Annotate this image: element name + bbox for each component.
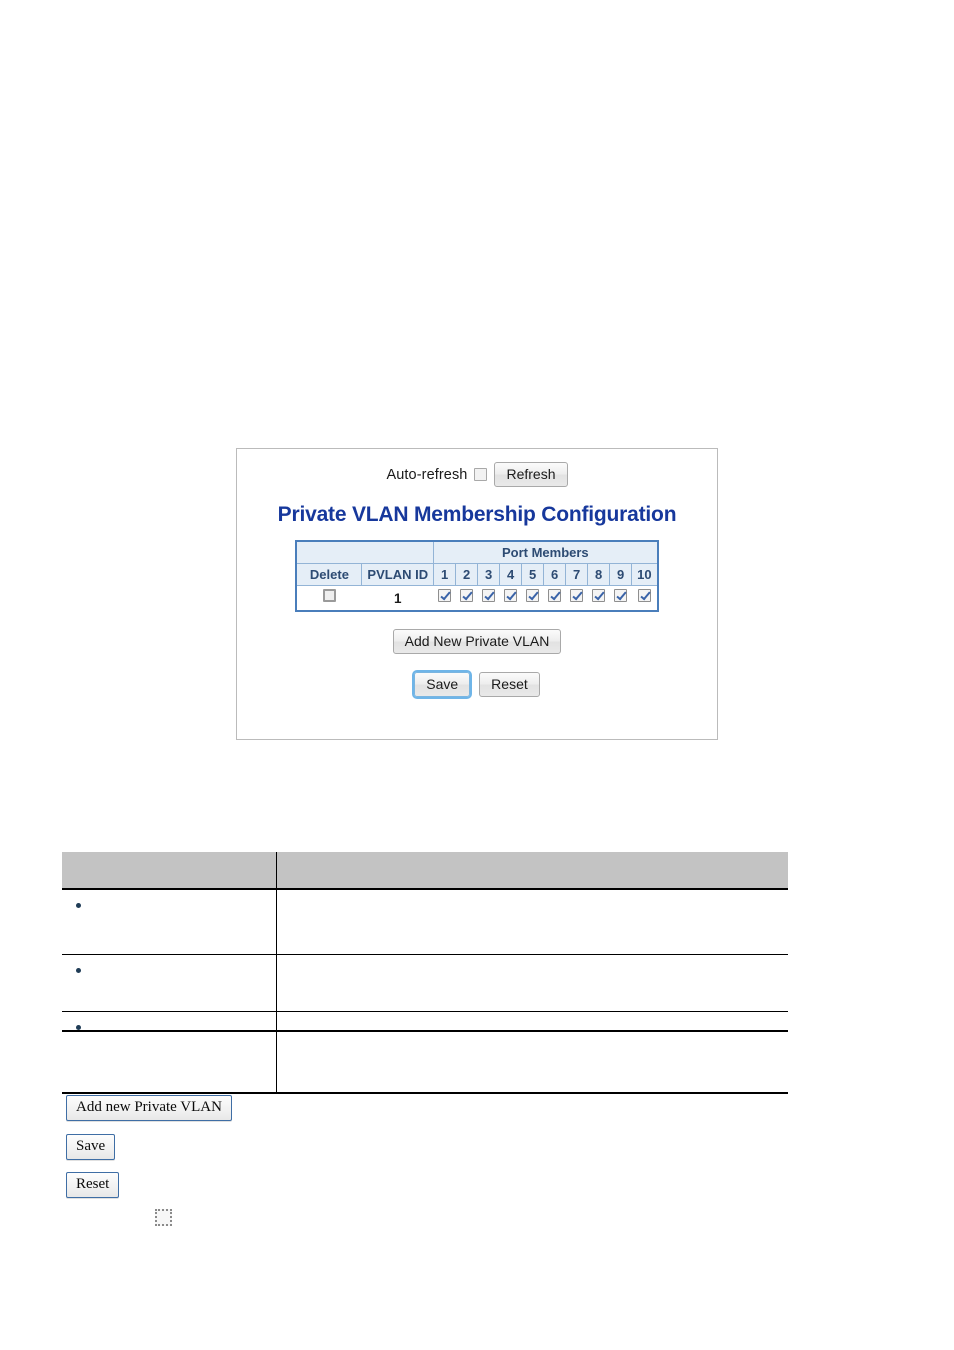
port-member-cell-3 xyxy=(477,585,501,612)
delete-column-header: Delete xyxy=(295,563,363,586)
port-member-cell-7 xyxy=(565,585,589,612)
doc-row-description-cell xyxy=(276,1011,788,1094)
add-new-private-vlan-button[interactable]: Add New Private VLAN xyxy=(392,629,562,654)
bullet-icon xyxy=(76,967,81,973)
refresh-button[interactable]: Refresh xyxy=(494,462,568,487)
doc-row-object-cell xyxy=(62,1011,277,1094)
pvlan-id-value: 1 xyxy=(361,585,435,612)
table-group-header-row: Port Members xyxy=(295,540,659,564)
pvlan-membership-table: Port Members Delete PVLAN ID 1 2 3 4 5 6… xyxy=(295,540,659,612)
port-member-cell-1 xyxy=(433,585,457,612)
save-button[interactable]: Save xyxy=(412,670,473,699)
doc-description-table xyxy=(62,852,788,1094)
auto-refresh-label: Auto-refresh xyxy=(386,466,468,483)
doc-table-bottom-rule xyxy=(62,1030,788,1032)
port-header-10: 10 xyxy=(631,563,659,586)
port-member-cell-5 xyxy=(521,585,545,612)
pvlan-id-column-header: PVLAN ID xyxy=(361,563,435,586)
legacy-checkbox-glyph[interactable] xyxy=(155,1209,172,1226)
port-header-4: 4 xyxy=(499,563,523,586)
port-header-3: 3 xyxy=(477,563,501,586)
port-members-header: Port Members xyxy=(433,540,659,564)
port-member-checkbox-2[interactable] xyxy=(460,589,474,602)
doc-table-row xyxy=(62,889,788,955)
legacy-reset-button-wrap: Reset xyxy=(66,1172,120,1198)
legacy-save-button-wrap: Save xyxy=(66,1134,116,1160)
port-member-cell-6 xyxy=(543,585,567,612)
port-header-5: 5 xyxy=(521,563,545,586)
port-member-checkbox-7[interactable] xyxy=(570,589,584,602)
port-header-9: 9 xyxy=(609,563,633,586)
port-member-cell-4 xyxy=(499,585,523,612)
add-button-row: Add New Private VLAN xyxy=(237,629,717,654)
doc-row-object-cell xyxy=(62,889,277,955)
legacy-add-new-private-vlan-button[interactable]: Add new Private VLAN xyxy=(66,1095,232,1121)
port-header-2: 2 xyxy=(455,563,479,586)
doc-table-header-row xyxy=(62,852,788,890)
table-column-header-row: Delete PVLAN ID 1 2 3 4 5 6 7 8 9 10 xyxy=(295,563,659,586)
table-row: 1 xyxy=(295,585,659,612)
port-header-6: 6 xyxy=(543,563,567,586)
port-member-checkbox-4[interactable] xyxy=(504,589,518,602)
doc-header-description-cell xyxy=(276,852,788,890)
port-member-checkbox-9[interactable] xyxy=(614,589,628,602)
delete-cell xyxy=(295,585,363,612)
screenshot-panel: Auto-refresh Refresh Private VLAN Member… xyxy=(236,448,718,740)
port-member-checkbox-8[interactable] xyxy=(592,589,606,602)
doc-table-row xyxy=(62,954,788,1012)
port-member-cell-8 xyxy=(587,585,611,612)
action-button-row: Save Reset xyxy=(237,670,717,699)
port-member-cell-10 xyxy=(631,585,659,612)
delete-row-checkbox[interactable] xyxy=(322,589,336,602)
legacy-save-button[interactable]: Save xyxy=(66,1134,116,1160)
port-member-checkbox-10[interactable] xyxy=(637,589,651,602)
port-header-1: 1 xyxy=(433,563,457,586)
port-member-checkbox-5[interactable] xyxy=(526,589,540,602)
pvlan-table-container: Port Members Delete PVLAN ID 1 2 3 4 5 6… xyxy=(237,540,717,612)
legacy-reset-button[interactable]: Reset xyxy=(66,1172,120,1198)
reset-button[interactable]: Reset xyxy=(479,672,540,697)
port-member-checkbox-3[interactable] xyxy=(482,589,496,602)
bullet-icon xyxy=(76,902,81,908)
doc-row-description-cell xyxy=(276,889,788,955)
auto-refresh-bar: Auto-refresh Refresh xyxy=(237,462,717,487)
auto-refresh-checkbox[interactable] xyxy=(474,468,488,481)
port-member-cell-9 xyxy=(609,585,633,612)
port-member-checkbox-1[interactable] xyxy=(438,589,452,602)
doc-table-row xyxy=(62,1011,788,1094)
port-member-cell-2 xyxy=(455,585,479,612)
port-header-8: 8 xyxy=(587,563,611,586)
doc-row-object-cell xyxy=(62,954,277,1012)
blank-header-cell xyxy=(295,540,435,564)
legacy-add-button-wrap: Add new Private VLAN xyxy=(66,1095,232,1121)
bullet-icon xyxy=(76,1024,81,1030)
doc-header-object-cell xyxy=(62,852,277,890)
port-member-checkbox-6[interactable] xyxy=(548,589,562,602)
page-title: Private VLAN Membership Configuration xyxy=(277,503,677,526)
doc-row-description-cell xyxy=(276,954,788,1012)
port-header-7: 7 xyxy=(565,563,589,586)
